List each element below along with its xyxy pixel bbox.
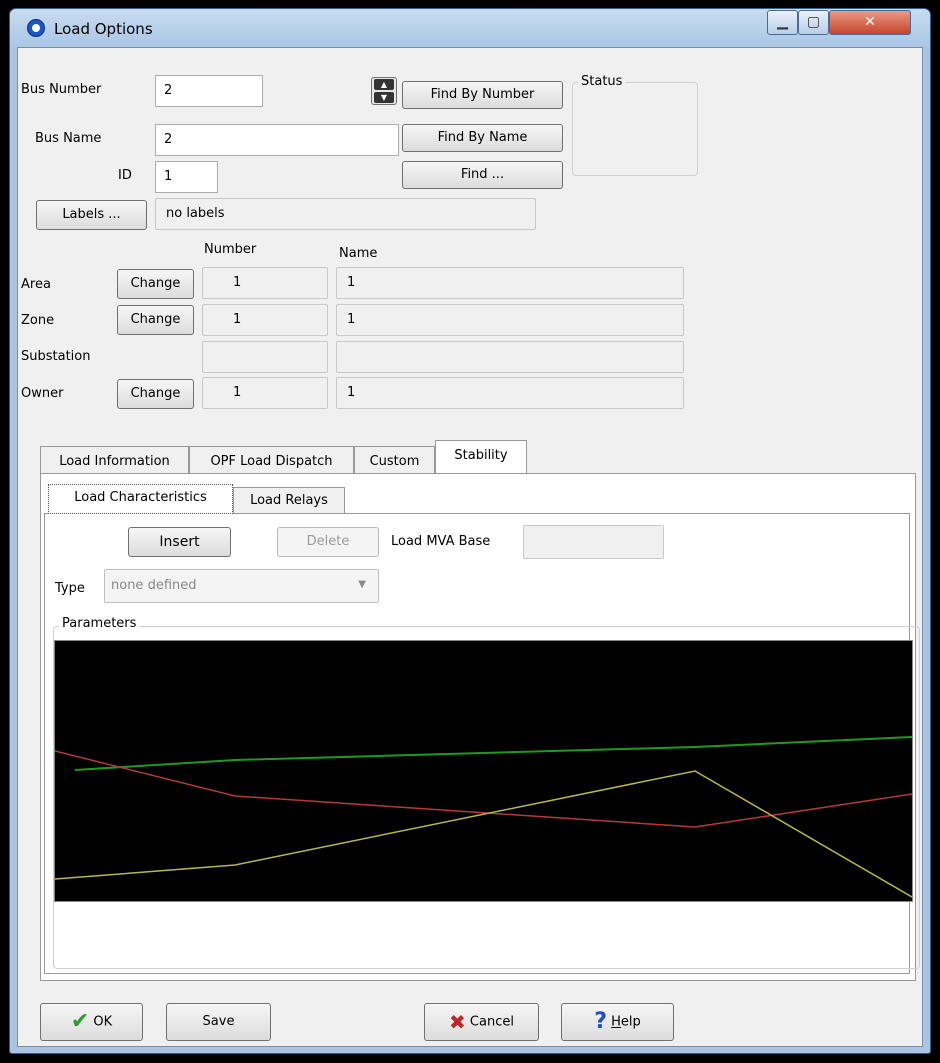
parameters-graph [54,640,913,902]
help-label: Help [611,1014,641,1030]
parameters-label: Parameters [59,616,140,631]
substation-name-field [336,341,684,373]
find-button[interactable]: Find ... [402,161,563,189]
id-label: ID [118,168,132,183]
subtab-load-relays[interactable]: Load Relays [233,487,345,514]
status-label: Status [578,74,626,89]
load-mva-base-field [523,525,664,559]
checkmark-icon: ✔ [70,1009,90,1034]
bus-name-label: Bus Name [35,131,102,146]
owner-change-button[interactable]: Change [117,379,194,409]
minimize-icon: ▁ [777,14,788,30]
cancel-button[interactable]: ✖ Cancel [424,1003,539,1041]
owner-name-field: 1 [336,377,684,409]
dialog-body: Bus Number 2 ▲ ▼ Find By Number Status B… [17,47,923,1047]
type-label: Type [55,581,85,596]
labels-field: no labels [155,198,536,230]
area-name-field: 1 [336,267,684,299]
name-header: Name [339,246,378,261]
bus-number-input[interactable]: 2 [155,75,263,107]
yellow-curve [55,770,912,898]
tab-stability[interactable]: Stability [435,440,527,473]
zone-label: Zone [21,313,55,328]
find-by-name-button[interactable]: Find By Name [402,124,563,152]
owner-label: Owner [21,386,64,401]
find-by-number-button[interactable]: Find By Number [402,81,563,109]
ok-label: OK [93,1014,113,1030]
parameters-graph-svg [55,736,912,898]
id-input[interactable]: 1 [155,161,218,193]
number-header: Number [204,242,257,257]
area-change-button[interactable]: Change [117,269,194,299]
owner-number-field: 1 [202,377,328,409]
close-button[interactable]: ✕ [829,10,911,35]
load-characteristics-panel: Insert Delete Load MVA Base Type none de… [44,513,920,974]
subtab-load-characteristics[interactable]: Load Characteristics [48,484,233,514]
cancel-label: Cancel [469,1014,514,1030]
status-group [572,82,698,176]
bus-number-label: Bus Number [21,82,102,97]
title-bar[interactable]: Load Options ▁ ▢ ✕ [10,9,930,47]
delete-button: Delete [277,527,379,557]
insert-button[interactable]: Insert [128,527,231,557]
area-label: Area [21,277,51,292]
green-curve [74,736,912,771]
maximize-button[interactable]: ▢ [798,10,829,35]
labels-button[interactable]: Labels ... [36,200,147,230]
stability-tab-panel: Load Characteristics Load Relays Insert … [40,473,920,981]
zone-number-field: 1 [202,304,328,336]
close-icon: ✕ [864,14,876,30]
zone-change-button[interactable]: Change [117,305,194,335]
substation-label: Substation [21,349,91,364]
maximize-icon: ▢ [806,14,821,30]
ok-button[interactable]: ✔ OK [40,1003,143,1041]
cancel-x-icon: ✖ [449,1010,466,1034]
substation-number-field [202,341,328,373]
bus-name-input[interactable]: 2 [155,124,399,156]
bus-number-spinner[interactable]: ▲ ▼ [371,77,397,105]
help-icon: ? [594,1009,607,1034]
spin-down-icon[interactable]: ▼ [374,92,394,103]
zone-name-field: 1 [336,304,684,336]
load-mva-base-label: Load MVA Base [391,534,491,549]
window-title: Load Options [54,20,153,38]
help-button[interactable]: ? Help [561,1003,674,1041]
type-select-value: none defined [111,578,197,593]
chevron-down-icon: ▼ [358,579,366,590]
load-options-window: Load Options ▁ ▢ ✕ Bus Number 2 ▲ ▼ Find… [9,8,931,1054]
area-number-field: 1 [202,267,328,299]
save-button[interactable]: Save [166,1003,271,1041]
app-icon [27,19,45,37]
type-select[interactable]: none defined ▼ [104,569,379,603]
spin-up-icon[interactable]: ▲ [374,79,394,90]
minimize-button[interactable]: ▁ [767,10,798,35]
